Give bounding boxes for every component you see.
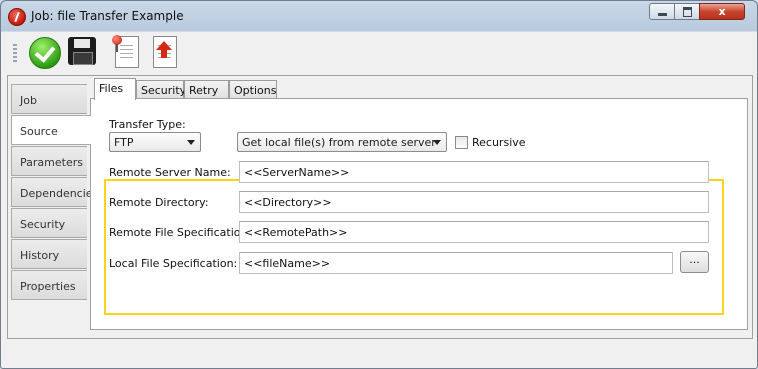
direction-select[interactable]: Get local file(s) from remote server: [237, 132, 447, 152]
pin-icon: [112, 35, 122, 52]
files-panel: Transfer Type: FTP Get local file(s) fro…: [90, 98, 748, 330]
remote-directory-field[interactable]: <<Directory>>: [239, 191, 709, 213]
toolbar-grip[interactable]: [13, 44, 17, 64]
tab-options[interactable]: Options: [229, 80, 277, 99]
tab-files[interactable]: Files: [94, 78, 136, 100]
remote-server-name-label: Remote Server Name:: [109, 166, 231, 179]
side-tab-properties[interactable]: Properties: [11, 270, 87, 300]
save-icon[interactable]: [68, 37, 96, 65]
document-pin-icon[interactable]: [112, 35, 139, 68]
close-icon: x: [718, 5, 726, 18]
transfer-type-select[interactable]: FTP: [109, 132, 201, 152]
side-tab-source[interactable]: Source: [11, 115, 91, 145]
side-tab-security[interactable]: Security: [11, 208, 87, 238]
minimize-button[interactable]: [649, 3, 675, 20]
chevron-down-icon: [187, 140, 195, 145]
local-file-spec-field[interactable]: <<fileName>>: [239, 252, 673, 274]
chevron-down-icon: [433, 140, 441, 145]
ok-icon[interactable]: [29, 37, 61, 69]
direction-value: Get local file(s) from remote server: [242, 136, 436, 149]
maximize-button[interactable]: [674, 3, 700, 20]
side-tab-parameters[interactable]: Parameters: [11, 146, 87, 176]
up-arrow-icon: [156, 41, 172, 58]
side-tab-job[interactable]: Job: [11, 84, 87, 114]
remote-server-name-field[interactable]: <<ServerName>>: [239, 161, 709, 183]
window-title: Job: file Transfer Example: [31, 9, 184, 23]
browse-button[interactable]: ...: [680, 251, 709, 273]
toolbar: [7, 32, 751, 73]
remote-directory-label: Remote Directory:: [109, 196, 209, 209]
remote-file-spec-label: Remote File Specification:: [109, 226, 252, 239]
job-window: Job: file Transfer Example x Job Source …: [0, 0, 758, 369]
title-bar: Job: file Transfer Example x: [1, 1, 757, 31]
transfer-type-label: Transfer Type:: [109, 118, 186, 131]
recursive-label: Recursive: [472, 136, 526, 149]
tab-security[interactable]: Security: [136, 80, 186, 99]
side-tab-history[interactable]: History: [11, 239, 87, 269]
app-logo-icon: [8, 8, 26, 26]
close-button[interactable]: x: [699, 3, 745, 20]
local-file-spec-label: Local File Specification:: [109, 257, 238, 270]
transfer-type-value: FTP: [114, 136, 134, 149]
document-lines: [120, 45, 133, 61]
side-tab-dependencies[interactable]: Dependencies: [11, 177, 98, 207]
content-area: Job Source Parameters Dependencies Secur…: [7, 75, 753, 339]
recursive-checkbox[interactable]: [455, 136, 468, 149]
remote-file-spec-field[interactable]: <<RemotePath>>: [239, 221, 709, 243]
tab-retry[interactable]: Retry: [184, 80, 229, 99]
document-upload-icon[interactable]: [153, 36, 177, 68]
